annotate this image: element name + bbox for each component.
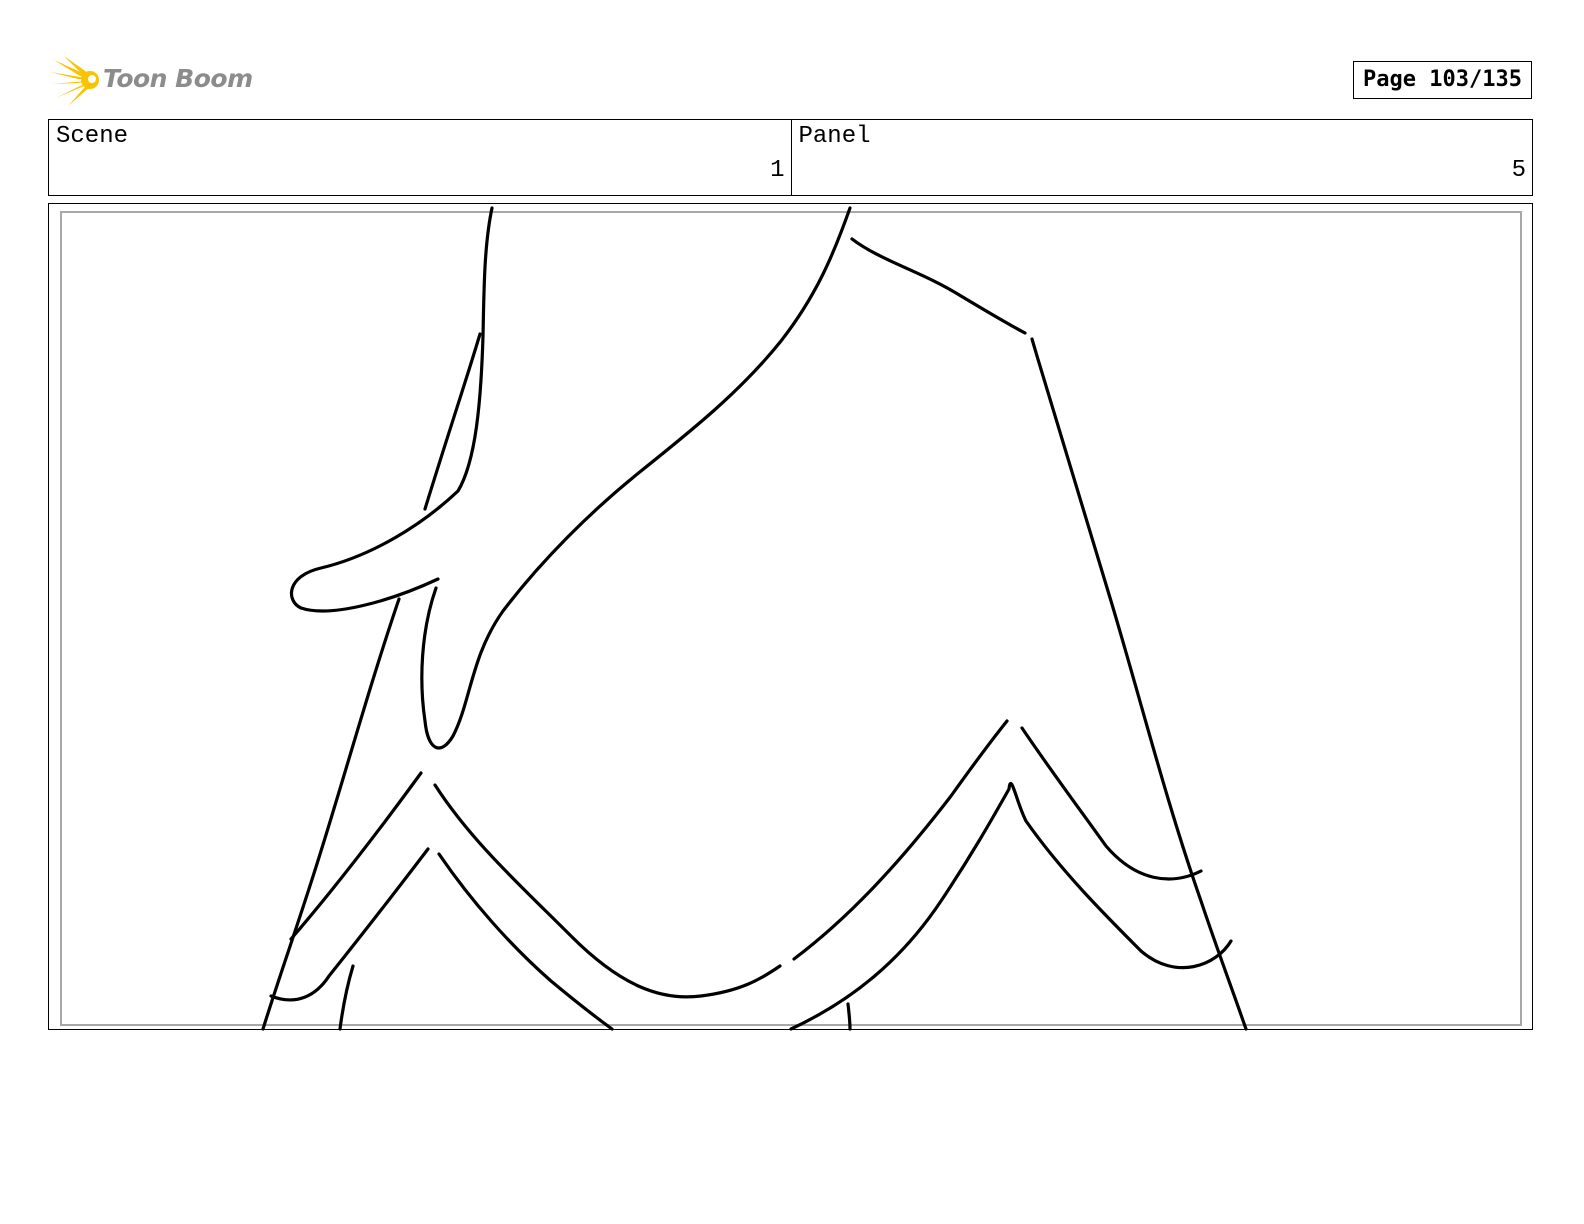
- page-indicator: Page 103/135: [1353, 61, 1532, 99]
- panel-cell: Panel 5: [790, 120, 1533, 195]
- panel-label: Panel: [798, 123, 871, 150]
- scene-label: Scene: [56, 123, 129, 150]
- toon-boom-logo: Toon Boom: [50, 54, 253, 110]
- panel-number: 5: [1511, 157, 1526, 184]
- scene-panel-info: Scene 1 Panel 5: [48, 119, 1533, 196]
- starburst-icon: [50, 56, 99, 106]
- scene-number: 1: [770, 157, 785, 184]
- logo-text: Toon Boom: [103, 64, 253, 93]
- panel-sketch: [261, 206, 1248, 1031]
- storyboard-panel: [48, 203, 1533, 1031]
- scene-cell: Scene 1: [49, 120, 791, 195]
